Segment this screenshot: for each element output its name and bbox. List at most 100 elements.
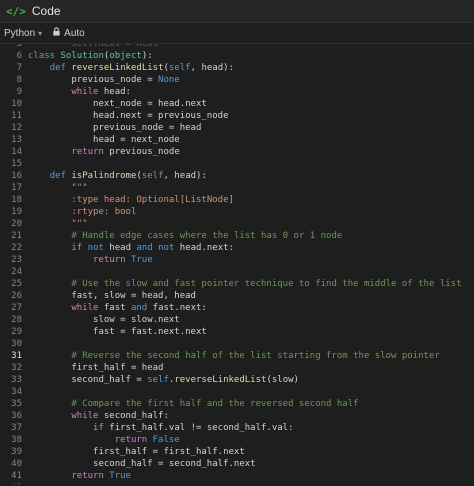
code-line[interactable]: 20 """ <box>0 218 474 230</box>
code-line[interactable]: 39 first_half = first_half.next <box>0 446 474 458</box>
code-line[interactable]: 14 return previous_node <box>0 146 474 158</box>
line-number: 23 <box>11 255 22 265</box>
code-token: second_half = <box>28 375 148 385</box>
code-text: def reverseLinkedList(self, head): <box>28 62 474 74</box>
auto-mode-toggle[interactable]: Auto <box>52 27 85 39</box>
code-line[interactable]: 27 while fast and fast.next: <box>0 302 474 314</box>
code-line[interactable]: 38 return False <box>0 434 474 446</box>
code-line[interactable]: 26 fast, slow = head, head <box>0 290 474 302</box>
code-token: head: <box>98 87 131 97</box>
line-number: 10 <box>11 99 22 109</box>
code-token: return <box>71 147 104 157</box>
code-text: # Use the slow and fast pointer techniqu… <box>28 278 474 290</box>
code-token: reverseLinkedList <box>71 63 164 73</box>
code-text: next_node = head.next <box>28 98 474 110</box>
code-line[interactable]: 23 return True <box>0 254 474 266</box>
code-text: def isPalindrome(self, head): <box>28 170 474 182</box>
code-line[interactable]: 34 <box>0 386 474 398</box>
code-token: fast, slow = head, head <box>28 291 196 301</box>
line-number: 29 <box>11 327 22 337</box>
code-token: while <box>71 411 99 421</box>
line-number: 9 <box>16 87 22 97</box>
code-line[interactable]: 13 head = next_node <box>0 134 474 146</box>
line-number: 19 <box>11 207 22 217</box>
line-number: 35 <box>11 399 22 409</box>
code-text: """ <box>28 218 474 230</box>
line-number: 39 <box>11 447 22 457</box>
code-line[interactable]: 40 second_half = second_half.next <box>0 458 474 470</box>
code-line[interactable]: 12 previous_node = head <box>0 122 474 134</box>
code-token: False <box>152 435 180 445</box>
code-line[interactable]: 16 def isPalindrome(self, head): <box>0 170 474 182</box>
code-line[interactable]: 29 fast = fast.next.next <box>0 326 474 338</box>
code-token: return <box>114 435 148 445</box>
code-line[interactable]: 24 <box>0 266 474 278</box>
code-line[interactable]: 25 # Use the slow and fast pointer techn… <box>0 278 474 290</box>
code-line[interactable]: 36 while second_half: <box>0 410 474 422</box>
code-line[interactable]: 32 first_half = head <box>0 362 474 374</box>
line-number: 17 <box>11 183 22 193</box>
code-line[interactable]: 11 head.next = previous_node <box>0 110 474 122</box>
code-token: previous_node = <box>28 75 159 85</box>
code-line[interactable]: 6 class Solution(object): <box>0 50 474 62</box>
line-number: 26 <box>11 291 22 301</box>
language-selector[interactable]: Python ▾ <box>4 28 42 39</box>
line-number: 37 <box>11 423 22 433</box>
code-line[interactable]: 35 # Compare the first half and the reve… <box>0 398 474 410</box>
code-line[interactable]: 42 <box>0 482 474 484</box>
line-number: 40 <box>11 459 22 469</box>
code-token: not <box>158 243 175 253</box>
code-editor[interactable]: 5 self.next = next 6 class Solution(object… <box>0 44 474 484</box>
code-token: """ <box>71 219 88 229</box>
chevron-down-icon: ▾ <box>38 28 43 38</box>
code-token: next_node = head.next <box>28 99 207 109</box>
code-token: Solution <box>60 51 104 61</box>
panel-title: Code <box>31 4 61 18</box>
code-line[interactable]: 15 <box>0 158 474 170</box>
code-line[interactable]: 30 <box>0 338 474 350</box>
code-line[interactable]: 8 previous_node = None <box>0 74 474 86</box>
line-number: 30 <box>11 339 22 349</box>
code-line[interactable]: 17 """ <box>0 182 474 194</box>
code-line[interactable]: 10 next_node = head.next <box>0 98 474 110</box>
line-number: 20 <box>11 219 22 229</box>
code-token: :type head: Optional[ListNode] <box>71 195 234 205</box>
code-line[interactable]: 28 slow = slow.next <box>0 314 474 326</box>
code-text: return previous_node <box>28 146 474 158</box>
code-line[interactable]: 22 if not head and not head.next: <box>0 242 474 254</box>
code-line[interactable]: 7 def reverseLinkedList(self, head): <box>0 62 474 74</box>
code-token: self.next = next <box>28 44 159 49</box>
line-number: 14 <box>11 147 22 157</box>
code-line[interactable]: 33 second_half = self.reverseLinkedList(… <box>0 374 474 386</box>
code-line[interactable]: 19 :rtype: bool <box>0 206 474 218</box>
line-number: 21 <box>11 231 22 241</box>
code-token: second_half: <box>98 411 169 421</box>
code-text: while head: <box>28 86 474 98</box>
code-text: if not head and not head.next: <box>28 242 474 254</box>
code-line[interactable]: 18 :type head: Optional[ListNode] <box>0 194 474 206</box>
code-token: fast <box>98 303 131 313</box>
code-line[interactable]: 21 # Handle edge cases where the list ha… <box>0 230 474 242</box>
code-line[interactable]: 9 while head: <box>0 86 474 98</box>
line-number: 27 <box>11 303 22 313</box>
code-token: first_half.val != second_half.val: <box>103 423 294 433</box>
code-token: if <box>93 423 104 433</box>
code-line[interactable]: 41 return True <box>0 470 474 482</box>
title-bar: </> Code <box>0 0 474 23</box>
code-token: def <box>49 171 72 181</box>
code-line[interactable]: 37 if first_half.val != second_half.val: <box>0 422 474 434</box>
code-text: second_half = self.reverseLinkedList(slo… <box>28 374 474 386</box>
code-text: class Solution(object): <box>28 50 474 62</box>
code-line[interactable]: 31 # Reverse the second half of the list… <box>0 350 474 362</box>
code-text: """ <box>28 182 474 194</box>
